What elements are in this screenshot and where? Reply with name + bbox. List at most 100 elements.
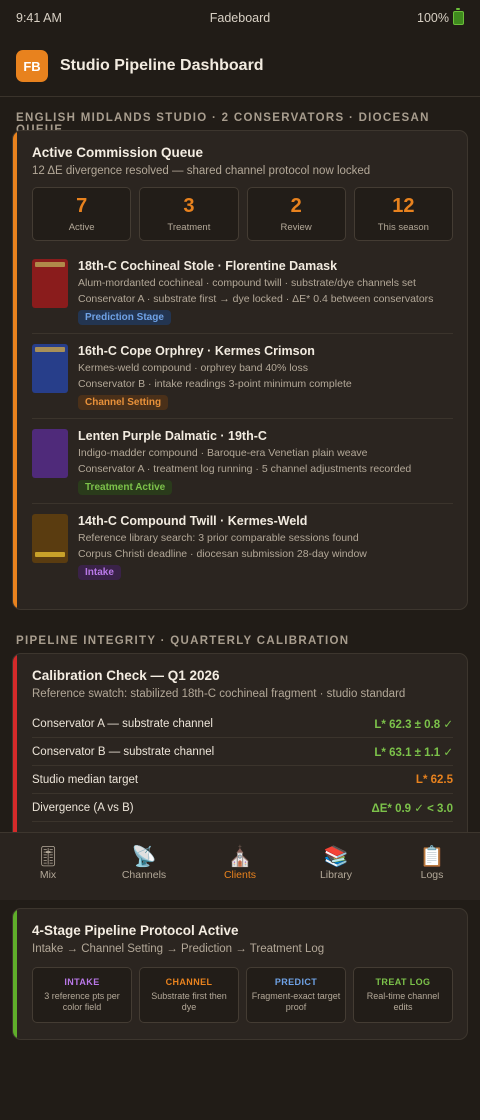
stat-value: 12	[392, 194, 415, 217]
channels-icon: 📡	[131, 846, 157, 868]
app-header: FB Studio Pipeline Dashboard	[0, 36, 480, 97]
commission-title: 14th-C Compound Twill · Kermes-Weld	[78, 514, 308, 528]
stage-badge: Channel Setting	[78, 395, 169, 410]
status-time: 9:41 AM	[16, 11, 62, 25]
commission-queue-card: Active Commission Queue 12 ΔE divergence…	[12, 130, 468, 610]
library-icon: 📚	[323, 846, 349, 868]
commission-assignment: Conservator A · substrate first → dye lo…	[78, 293, 434, 305]
stat-treatment[interactable]: 3 Treatment	[139, 187, 239, 241]
calibration-table: Conservator A — substrate channel L* 62.…	[32, 710, 453, 822]
stage-intake[interactable]: INTAKE 3 reference pts per color field	[32, 967, 132, 1023]
calibration-key: Conservator B — substrate channel	[32, 745, 215, 758]
stage-badge: Prediction Stage	[78, 310, 171, 325]
calibration-section-label: PIPELINE INTEGRITY · QUARTERLY CALIBRATI…	[16, 635, 350, 647]
stage-heading: PREDICT	[274, 976, 318, 987]
color-swatch	[32, 259, 68, 308]
page-title: Studio Pipeline Dashboard	[60, 57, 264, 74]
stat-label: This season	[377, 221, 429, 233]
stage-heading: INTAKE	[64, 976, 100, 987]
commission-item[interactable]: 14th-C Compound Twill · Kermes-Weld Refe…	[32, 504, 453, 588]
color-swatch	[32, 344, 68, 393]
stat-value: 2	[290, 194, 302, 217]
calibration-value: L* 62.3 ± 0.8 ✓	[374, 718, 453, 731]
tab-clients[interactable]: ⛪ Clients	[192, 833, 288, 900]
battery-indicator: 100%	[417, 8, 464, 25]
card-accent-bar	[13, 654, 17, 852]
calibration-key: Divergence (A vs B)	[32, 801, 134, 814]
tab-library[interactable]: 📚 Library	[288, 833, 384, 900]
stat-active[interactable]: 7 Active	[32, 187, 132, 241]
stage-predict[interactable]: PREDICT Fragment-exact target proof	[246, 967, 346, 1023]
tab-label: Clients	[223, 869, 257, 881]
commission-assignment: Conservator B · intake readings 3-point …	[78, 378, 352, 390]
stage-heading: CHANNEL	[165, 976, 213, 987]
calibration-value: L* 62.5	[415, 773, 453, 786]
logs-icon: 📋	[419, 846, 445, 868]
stage-treat-log[interactable]: TREAT LOG Real-time channel edits	[353, 967, 453, 1023]
color-swatch	[32, 514, 68, 563]
card-subtitle: 12 ΔE divergence resolved — shared chann…	[32, 165, 371, 177]
tab-mix[interactable]: 🎚 Mix	[0, 833, 96, 900]
clients-icon: ⛪	[227, 846, 253, 868]
battery-icon	[453, 8, 464, 25]
stage-heading: TREAT LOG	[375, 976, 431, 987]
calibration-row: Divergence (A vs B) ΔE* 0.9 ✓ < 3.0	[32, 794, 453, 822]
card-title: 4-Stage Pipeline Protocol Active	[32, 923, 239, 938]
status-bar: 9:41 AM Fadeboard 100%	[0, 0, 480, 36]
commission-title: 16th-C Cope Orphrey · Kermes Crimson	[78, 344, 315, 358]
commission-detail: Alum-mordanted cochineal · compound twil…	[78, 277, 416, 289]
calibration-row: Conservator A — substrate channel L* 62.…	[32, 710, 453, 738]
stat-this-season[interactable]: 12 This season	[353, 187, 453, 241]
stage-badge: Intake	[78, 565, 121, 580]
stage-description: Fragment-exact target proof	[251, 990, 341, 1012]
card-accent-bar	[13, 131, 17, 609]
tab-label: Library	[319, 869, 353, 881]
stat-value: 7	[76, 194, 88, 217]
commission-item[interactable]: 18th-C Cochineal Stole · Florentine Dama…	[32, 249, 453, 334]
calibration-value: L* 63.1 ± 1.1 ✓	[374, 746, 453, 759]
color-swatch	[32, 429, 68, 478]
mix-icon: 🎚	[35, 846, 61, 868]
commission-title: Lenten Purple Dalmatic · 19th-C	[78, 429, 267, 443]
commission-item[interactable]: 16th-C Cope Orphrey · Kermes Crimson Ker…	[32, 334, 453, 419]
protocol-stages: INTAKE 3 reference pts per color field C…	[32, 967, 453, 1039]
commission-title: 18th-C Cochineal Stole · Florentine Dama…	[78, 259, 338, 273]
calibration-row: Studio median target L* 62.5	[32, 766, 453, 794]
status-app-name: Fadeboard	[209, 11, 271, 25]
calibration-key: Conservator A — substrate channel	[32, 717, 213, 730]
commission-detail: Reference library search: 3 prior compar…	[78, 532, 359, 544]
card-subtitle: Intake → Channel Setting → Prediction → …	[32, 943, 325, 955]
app-logo[interactable]: FB	[16, 50, 48, 82]
calibration-row: Conservator B — substrate channel L* 63.…	[32, 738, 453, 766]
commission-detail: Indigo-madder compound · Baroque-era Ven…	[78, 447, 368, 459]
commission-item[interactable]: Lenten Purple Dalmatic · 19th-C Indigo-m…	[32, 419, 453, 504]
tab-label: Logs	[420, 869, 444, 881]
card-title: Calibration Check — Q1 2026	[32, 668, 220, 683]
calibration-value: ΔE* 0.9 ✓ < 3.0	[371, 802, 453, 815]
queue-stats: 7 Active 3 Treatment 2 Review 12 This se…	[32, 187, 453, 241]
bottom-tab-bar: 🎚 Mix 📡 Channels ⛪ Clients 📚 Library 📋 L…	[0, 832, 480, 900]
stat-review[interactable]: 2 Review	[246, 187, 346, 241]
commission-list: 18th-C Cochineal Stole · Florentine Dama…	[32, 249, 453, 588]
stage-badge: Treatment Active	[78, 480, 173, 495]
commission-assignment: Conservator A · treatment log running · …	[78, 463, 412, 475]
commission-detail: Kermes-weld compound · orphrey band 40% …	[78, 362, 308, 374]
stage-description: 3 reference pts per color field	[44, 990, 120, 1012]
commission-assignment: Corpus Christi deadline · diocesan submi…	[78, 548, 367, 560]
protocol-card: 4-Stage Pipeline Protocol Active Intake …	[12, 908, 468, 1040]
tab-channels[interactable]: 📡 Channels	[96, 833, 192, 900]
tab-label: Channels	[121, 869, 167, 881]
card-accent-bar	[13, 909, 17, 1039]
card-title: Active Commission Queue	[32, 145, 204, 160]
stat-label: Review	[280, 221, 312, 233]
stat-label: Treatment	[167, 221, 211, 233]
battery-percent: 100%	[417, 11, 449, 25]
stage-description: Substrate first then dye	[151, 990, 227, 1012]
calibration-key: Studio median target	[32, 773, 139, 786]
stat-value: 3	[183, 194, 195, 217]
tab-logs[interactable]: 📋 Logs	[384, 833, 480, 900]
stage-description: Real-time channel edits	[366, 990, 440, 1012]
card-subtitle: Reference swatch: stabilized 18th-C coch…	[32, 688, 406, 700]
stat-label: Active	[68, 221, 95, 233]
stage-channel[interactable]: CHANNEL Substrate first then dye	[139, 967, 239, 1023]
